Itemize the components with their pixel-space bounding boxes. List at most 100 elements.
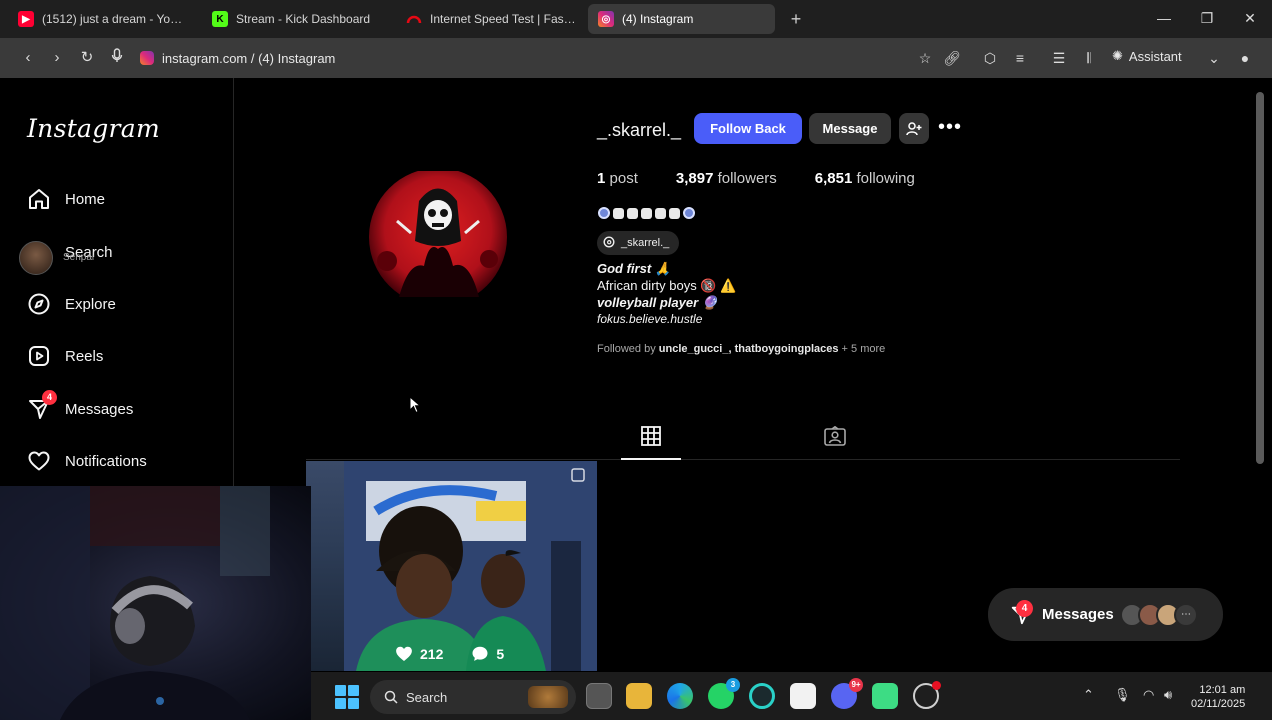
recording-dot xyxy=(932,681,941,690)
tab-kick[interactable]: K Stream - Kick Dashboard xyxy=(202,4,392,34)
url-text: instagram.com / (4) Instagram xyxy=(162,50,336,66)
sidebar-item-explore[interactable]: Explore xyxy=(27,289,116,319)
tab-tagged[interactable] xyxy=(820,426,850,456)
following-stat[interactable]: 6,851 following xyxy=(815,170,915,187)
extensions-icon[interactable]: ⬡ xyxy=(981,48,999,68)
instagram-icon: ◎ xyxy=(598,11,614,27)
tab-posts[interactable] xyxy=(621,426,681,460)
instagram-logo[interactable]: Instagram xyxy=(27,114,160,143)
likes-count: 212 xyxy=(420,645,444,662)
discord-icon[interactable]: 9+ xyxy=(831,678,863,709)
windows-taskbar: Search 3 9+ ⌃ 🎙︎ ◠ 🔊︎ 12:01 am 02/11/202… xyxy=(311,672,1272,720)
following-count: 6,851 xyxy=(814,170,853,187)
clock-date: 02/11/2025 xyxy=(1191,698,1246,710)
tab-title: (4) Instagram xyxy=(622,12,694,26)
new-tab-button[interactable]: + xyxy=(786,9,806,29)
tab-fastcom[interactable]: Internet Speed Test | Fast.com xyxy=(396,4,586,34)
tab-instagram[interactable]: ◎ (4) Instagram xyxy=(588,4,775,34)
profile-avatar[interactable] xyxy=(369,168,508,306)
messages-pill-avatars: ⋯ xyxy=(1120,603,1198,627)
forward-icon[interactable]: › xyxy=(47,48,67,68)
bio-line: African dirty boys 🔞 ⚠️ xyxy=(597,278,737,293)
reload-icon[interactable]: ↻ xyxy=(77,48,97,68)
followers-label: followers xyxy=(717,170,777,187)
post-thumbnail[interactable] xyxy=(306,461,597,671)
microphone-icon[interactable] xyxy=(107,48,127,68)
scrollbar-thumb[interactable] xyxy=(1256,92,1264,464)
microsoft-store-icon[interactable] xyxy=(790,683,816,709)
page-scrollbar[interactable] xyxy=(1253,78,1267,671)
clock-time: 12:01 am xyxy=(1199,684,1246,696)
threads-link[interactable]: _skarrel._ xyxy=(597,231,680,255)
sidebar-item-label: Notifications xyxy=(65,452,147,470)
discord-badge: 9+ xyxy=(849,678,863,692)
followed-by-prefix: Followed by xyxy=(597,343,656,355)
messages-pill-badge: 4 xyxy=(1016,600,1033,617)
taskbar-clock[interactable]: 12:01 am 02/11/2025 xyxy=(1191,683,1245,711)
grid-icon xyxy=(641,426,661,446)
reels-icon xyxy=(27,344,51,368)
more-options-icon[interactable]: ••• xyxy=(938,116,962,139)
taskbar-search[interactable]: Search xyxy=(370,680,576,714)
compass-icon xyxy=(27,292,51,316)
whatsapp-icon[interactable]: 3 xyxy=(708,678,740,709)
windows-start-icon[interactable] xyxy=(335,685,359,709)
message-button[interactable]: Message xyxy=(809,113,891,144)
posts-count: 1 xyxy=(597,170,606,187)
suggested-users-button[interactable] xyxy=(899,113,929,144)
followed-by[interactable]: Followed by uncle_gucci_, thatboygoingpl… xyxy=(597,343,885,355)
sidebar-item-messages[interactable]: 4 Messages xyxy=(27,390,133,424)
task-view-icon[interactable] xyxy=(586,683,612,709)
bison-search-highlight-icon xyxy=(528,686,568,708)
minimize-button[interactable]: — xyxy=(1154,10,1174,26)
reading-list-icon[interactable]: ☰ xyxy=(1050,48,1068,68)
sidebar-item-home[interactable]: Home xyxy=(27,184,105,214)
obs-icon[interactable] xyxy=(913,681,941,709)
tab-title: Stream - Kick Dashboard xyxy=(236,12,371,26)
audio-wave-icon[interactable]: 𝄃 xyxy=(1080,48,1098,68)
posts-label: post xyxy=(609,170,638,187)
chevron-up-icon[interactable]: ⌃ xyxy=(1083,687,1094,703)
followers-stat[interactable]: 3,897 followers xyxy=(676,170,777,187)
tab-youtube[interactable]: ▶ (1512) just a dream - YouTube xyxy=(8,4,196,34)
taskbar-search-placeholder: Search xyxy=(406,689,448,705)
heart-icon xyxy=(27,449,51,473)
messages-badge: 4 xyxy=(42,390,57,405)
add-person-icon xyxy=(906,121,922,135)
tabs-divider xyxy=(306,459,1180,460)
link-icon[interactable]: 🔗︎ xyxy=(943,48,961,68)
url-field[interactable]: instagram.com / (4) Instagram xyxy=(140,46,335,70)
file-explorer-icon[interactable] xyxy=(626,683,652,709)
wifi-icon[interactable]: ◠ xyxy=(1143,687,1154,703)
playlist-icon[interactable]: ≡ xyxy=(1011,48,1029,68)
profile-username: _.skarrel._ xyxy=(597,120,682,140)
bio-line: volleyball player 🔮 xyxy=(597,295,718,310)
bookmark-star-icon[interactable]: ☆ xyxy=(916,48,934,68)
assistant-icon: ✺ xyxy=(1112,48,1123,63)
assistant-label: Assistant xyxy=(1128,48,1182,64)
microphone-icon[interactable]: 🎙︎ xyxy=(1114,687,1131,703)
restore-button[interactable]: ❐ xyxy=(1197,10,1217,27)
android-app-icon[interactable] xyxy=(872,683,898,709)
posts-stat: 1 post xyxy=(597,170,638,187)
sidebar-item-reels[interactable]: Reels xyxy=(27,341,103,371)
chevron-down-icon[interactable]: ⌄ xyxy=(1205,48,1223,68)
likes-stat: 212 xyxy=(395,645,443,662)
close-window-button[interactable]: ✕ xyxy=(1240,10,1260,27)
more-avatars-icon: ⋯ xyxy=(1174,603,1198,627)
edge-icon[interactable] xyxy=(667,683,693,709)
assistant-button[interactable]: ✺ Assistant xyxy=(1112,48,1182,64)
sidebar-item-label: Explore xyxy=(65,295,116,313)
comments-stat: 5 xyxy=(471,645,504,662)
bio-line: God first 🙏 xyxy=(597,261,671,276)
tagged-icon xyxy=(824,426,846,446)
profile-stats: 1 post 3,897 followers 6,851 following xyxy=(597,170,915,187)
profile-avatar-icon[interactable]: ● xyxy=(1236,48,1254,68)
heart-icon xyxy=(396,646,412,661)
home-icon xyxy=(27,187,51,211)
app-icon-active[interactable] xyxy=(749,683,775,709)
sidebar-item-notifications[interactable]: Notifications xyxy=(27,446,147,476)
follow-back-button[interactable]: Follow Back xyxy=(694,113,802,144)
back-icon[interactable]: ‹ xyxy=(18,48,38,68)
volume-icon[interactable]: 🔊︎ xyxy=(1164,687,1172,703)
